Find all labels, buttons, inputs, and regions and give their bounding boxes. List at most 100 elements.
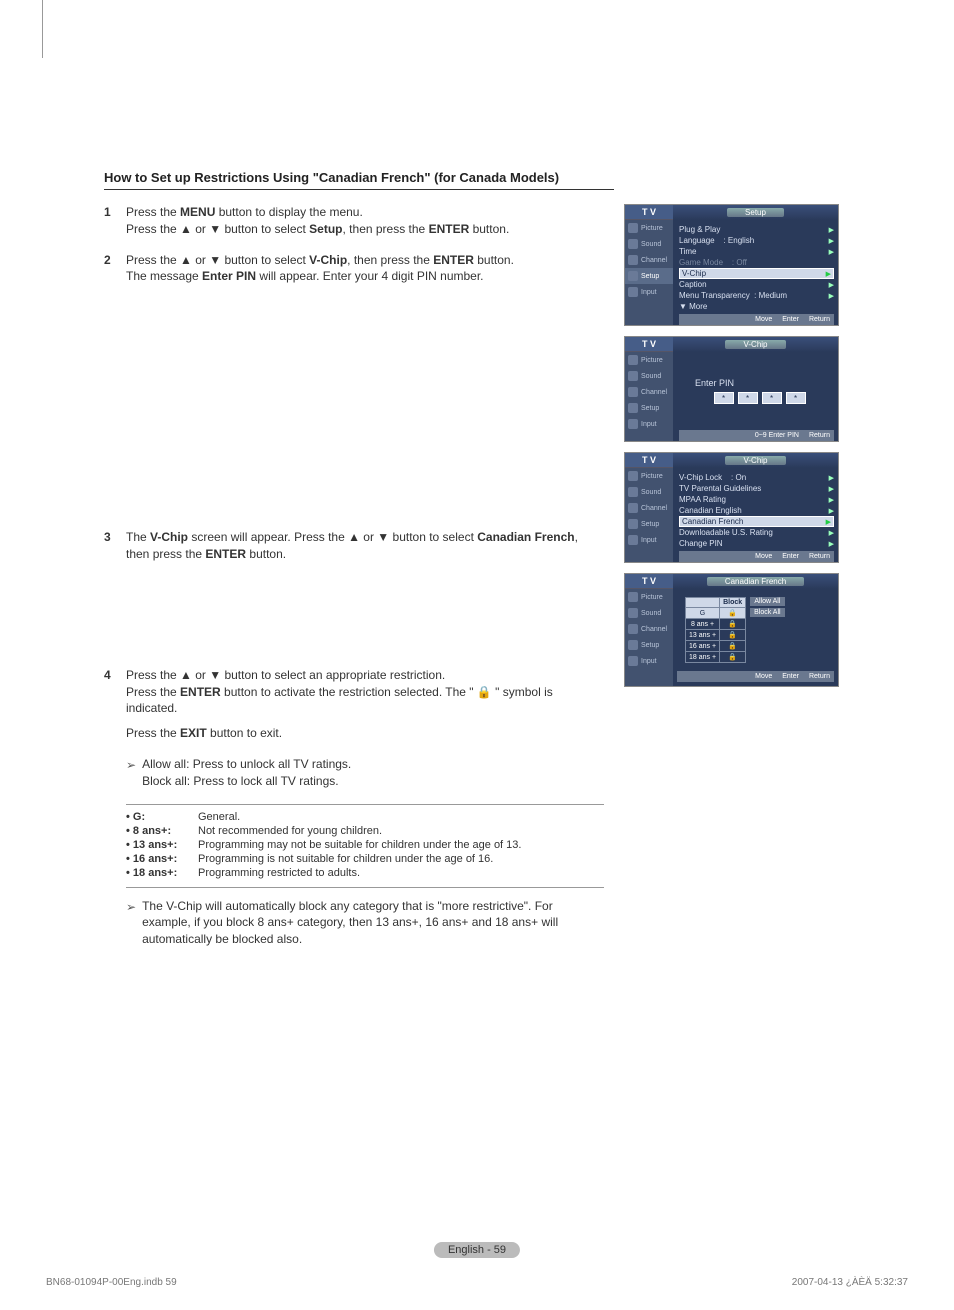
text: button. <box>469 222 509 236</box>
step-number: 3 <box>104 529 126 563</box>
ratings-grid: Block G🔒 8 ans +🔒 13 ans +🔒 16 ans +🔒 18… <box>685 597 746 663</box>
side-label: Picture <box>641 357 663 364</box>
text-bold: Block all: <box>142 774 190 788</box>
lock-icon: 🔒 <box>720 608 746 619</box>
row-label: Time <box>679 247 696 256</box>
document-footer: BN68-01094P-00Eng.indb 59 2007-04-13 ¿ÀÈ… <box>46 1277 908 1288</box>
rating-desc: Not recommended for young children. <box>198 825 604 837</box>
pointer-icon: ➢ <box>126 898 136 916</box>
chevron-right-icon: ▶ <box>829 237 834 245</box>
input-icon <box>628 656 638 666</box>
chevron-right-icon: ▶ <box>829 292 834 300</box>
rating-label: • 18 ans+: <box>126 867 198 879</box>
side-label: Sound <box>641 241 661 248</box>
text-bold: EXIT <box>180 726 207 740</box>
rating-desc: General. <box>198 811 604 823</box>
text-bold: ENTER <box>180 685 221 699</box>
row-value: : Off <box>732 258 747 267</box>
text: , then press the <box>347 253 433 267</box>
osd-column: T V Setup Picture Sound Channel Setup In… <box>624 204 839 697</box>
side-label: Input <box>641 537 657 544</box>
text: button to exit. <box>207 726 282 740</box>
text-bold: Enter PIN <box>202 269 256 283</box>
text: button to display the menu. <box>215 205 362 219</box>
step-4: 4 Press the ▲ or ▼ button to select an a… <box>104 667 604 742</box>
pin-digit: * <box>738 392 758 404</box>
channel-icon <box>628 624 638 634</box>
picture-icon <box>628 355 638 365</box>
text: will appear. Enter your 4 digit PIN numb… <box>256 269 483 283</box>
channel-icon <box>628 255 638 265</box>
block-all-button: Block All <box>750 608 784 617</box>
osd-sidebar: Picture Sound Channel Setup Input <box>625 589 673 686</box>
setup-icon <box>628 640 638 650</box>
rating-label: • 8 ans+: <box>126 825 198 837</box>
step-number: 1 <box>104 204 126 238</box>
osd-canadian-french: T V Canadian French Picture Sound Channe… <box>624 573 839 687</box>
footer-hint: Move <box>755 673 772 680</box>
chevron-right-icon: ▶ <box>826 518 831 526</box>
pointer-icon: ➢ <box>126 756 136 774</box>
osd-title: V-Chip <box>725 456 785 465</box>
chevron-right-icon: ▶ <box>829 226 834 234</box>
row-label: Game Mode <box>679 258 723 267</box>
pin-digit: * <box>786 392 806 404</box>
doc-timestamp: 2007-04-13 ¿ÀÈÄ 5:32:37 <box>792 1277 908 1288</box>
lock-icon: 🔒 <box>720 630 746 641</box>
row-label: V-Chip Lock <box>679 473 722 482</box>
grid-cat: 18 ans + <box>686 652 720 663</box>
footer-hint: 0~9 Enter PIN <box>755 432 799 439</box>
chevron-right-icon: ▶ <box>829 485 834 493</box>
side-label: Picture <box>641 225 663 232</box>
footer-hint: Return <box>809 553 830 560</box>
text-bold: V-Chip <box>150 530 188 544</box>
channel-icon <box>628 503 638 513</box>
pin-digit: * <box>714 392 734 404</box>
text: The message <box>126 269 202 283</box>
text-bold: ENTER <box>429 222 470 236</box>
input-icon <box>628 287 638 297</box>
footer-hint: Move <box>755 553 772 560</box>
picture-icon <box>628 471 638 481</box>
row-label: Menu Transparency <box>679 291 750 300</box>
footer-hint: Return <box>809 673 830 680</box>
osd-tv-label: T V <box>625 205 673 220</box>
side-label: Picture <box>641 594 663 601</box>
osd-title: Canadian French <box>707 577 804 586</box>
grid-cat: 16 ans + <box>686 641 720 652</box>
sound-icon <box>628 371 638 381</box>
chevron-right-icon: ▶ <box>829 496 834 504</box>
row-label: Downloadable U.S. Rating <box>679 528 773 537</box>
footer-hint: Return <box>809 316 830 323</box>
row-label: Canadian French <box>682 517 743 526</box>
grid-cat: G <box>686 608 720 619</box>
rating-label: • 16 ans+: <box>126 853 198 865</box>
text: , then press the <box>343 222 429 236</box>
sound-icon <box>628 487 638 497</box>
step-1: 1 Press the MENU button to display the m… <box>104 204 604 238</box>
text-bold: Allow all: <box>142 757 189 771</box>
osd-vchip: T V V-Chip Picture Sound Channel Setup I… <box>624 452 839 563</box>
row-label: TV Parental Guidelines <box>679 484 761 493</box>
text: The <box>126 530 150 544</box>
osd-title: Setup <box>727 208 784 217</box>
side-label: Sound <box>641 610 661 617</box>
footer-hint: Enter <box>782 316 799 323</box>
channel-icon <box>628 387 638 397</box>
text: The V-Chip will automatically block any … <box>142 898 604 948</box>
lock-icon: 🔒 <box>720 641 746 652</box>
text-bold: Canadian French <box>477 530 574 544</box>
side-label: Sound <box>641 373 661 380</box>
rating-desc: Programming may not be suitable for chil… <box>198 839 604 851</box>
side-label: Input <box>641 289 657 296</box>
setup-icon <box>628 519 638 529</box>
side-label: Picture <box>641 473 663 480</box>
step-2: 2 Press the ▲ or ▼ button to select V-Ch… <box>104 252 604 286</box>
chevron-right-icon: ▶ <box>829 540 834 548</box>
side-label: Setup <box>641 405 659 412</box>
step-3: 3 The V-Chip screen will appear. Press t… <box>104 529 604 563</box>
osd-main: Plug & Play▶ Language : English▶ Time▶ G… <box>673 220 838 325</box>
side-label: Channel <box>641 257 667 264</box>
picture-icon <box>628 223 638 233</box>
sound-icon <box>628 608 638 618</box>
